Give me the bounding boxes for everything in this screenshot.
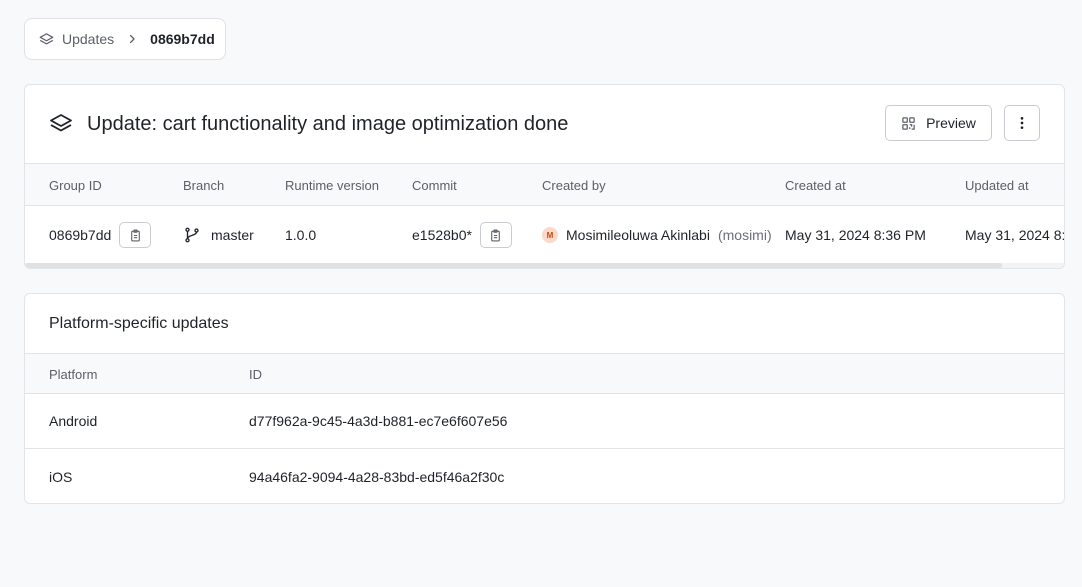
platform-update-id: d77f962a-9c45-4a3d-b881-ec7e6f607e56 (249, 413, 508, 429)
update-title: Update: cart functionality and image opt… (87, 112, 569, 135)
table-row[interactable]: Android d77f962a-9c45-4a3d-b881-ec7e6f60… (25, 394, 1064, 449)
column-header-platform: Platform (49, 367, 98, 382)
git-branch-icon (183, 226, 201, 244)
column-header-branch: Branch (183, 178, 225, 193)
table-row: 0869b7dd master 1.0.0 e1528b0* M Mosimil… (25, 206, 1064, 264)
breadcrumb: Updates 0869b7dd (24, 18, 226, 60)
more-options-button[interactable] (1004, 105, 1040, 141)
column-header-commit: Commit (412, 178, 457, 193)
group-id-cell: 0869b7dd (49, 206, 152, 264)
horizontal-scrollbar-thumb[interactable] (25, 263, 1002, 268)
table-row[interactable]: iOS 94a46fa2-9094-4a28-83bd-ed5f46a2f30c (25, 449, 1064, 503)
branch-cell: master (183, 206, 254, 264)
column-header-runtime-version: Runtime version (285, 178, 379, 193)
more-vertical-icon (1014, 115, 1030, 131)
created-by-cell: M Mosimileoluwa Akinlabi (mosimi) (542, 206, 772, 264)
update-header: Update: cart functionality and image opt… (25, 85, 1064, 163)
branch-link[interactable]: master (211, 227, 254, 243)
platform-updates-card: Platform-specific updates Platform ID An… (24, 293, 1065, 504)
breadcrumb-updates-link[interactable]: Updates (39, 31, 114, 47)
platform-update-id: 94a46fa2-9094-4a28-83bd-ed5f46a2f30c (249, 468, 505, 485)
chevron-right-icon (126, 33, 138, 45)
column-header-created-by: Created by (542, 178, 606, 193)
preview-button-label: Preview (926, 115, 976, 131)
preview-button[interactable]: Preview (885, 105, 992, 141)
platform-updates-title: Platform-specific updates (49, 314, 229, 332)
created-at-value: May 31, 2024 8:36 PM (785, 227, 926, 243)
update-details-table: Group ID Branch Runtime version Commit C… (25, 163, 1064, 264)
group-id-value: 0869b7dd (49, 227, 112, 243)
breadcrumb-updates-label: Updates (62, 31, 115, 47)
breadcrumb-current: 0869b7dd (150, 31, 215, 47)
copy-group-id-button[interactable] (119, 222, 152, 248)
runtime-version-value: 1.0.0 (285, 227, 317, 243)
creator-username: (mosimi) (717, 227, 772, 243)
qr-code-icon (901, 116, 916, 131)
created-at-cell: May 31, 2024 8:36 PM (785, 206, 926, 264)
updated-at-value: May 31, 2024 8:36 PM (965, 227, 1065, 243)
column-header-group-id: Group ID (49, 178, 102, 193)
avatar: M (542, 227, 558, 243)
update-card: Update: cart functionality and image opt… (24, 84, 1065, 269)
updated-at-cell: May 31, 2024 8:36 PM (965, 206, 1065, 264)
commit-value: e1528b0* (412, 227, 472, 243)
column-header-updated-at: Updated at (965, 178, 1029, 193)
platform-name: iOS (49, 468, 73, 485)
header-actions: Preview (885, 105, 1040, 141)
horizontal-scrollbar[interactable] (25, 263, 1064, 268)
layers-icon (39, 32, 54, 47)
table-header-row: Group ID Branch Runtime version Commit C… (25, 163, 1064, 206)
clipboard-icon (489, 229, 502, 242)
column-header-created-at: Created at (785, 178, 846, 193)
platform-name: Android (49, 413, 98, 429)
runtime-version-cell: 1.0.0 (285, 206, 316, 264)
column-header-id: ID (249, 367, 262, 382)
platform-table-header: Platform ID (25, 353, 1064, 394)
copy-commit-button[interactable] (479, 222, 512, 248)
commit-cell: e1528b0* (412, 206, 512, 264)
creator-name[interactable]: Mosimileoluwa Akinlabi (566, 227, 710, 243)
layers-icon (49, 112, 73, 136)
clipboard-icon (129, 229, 142, 242)
